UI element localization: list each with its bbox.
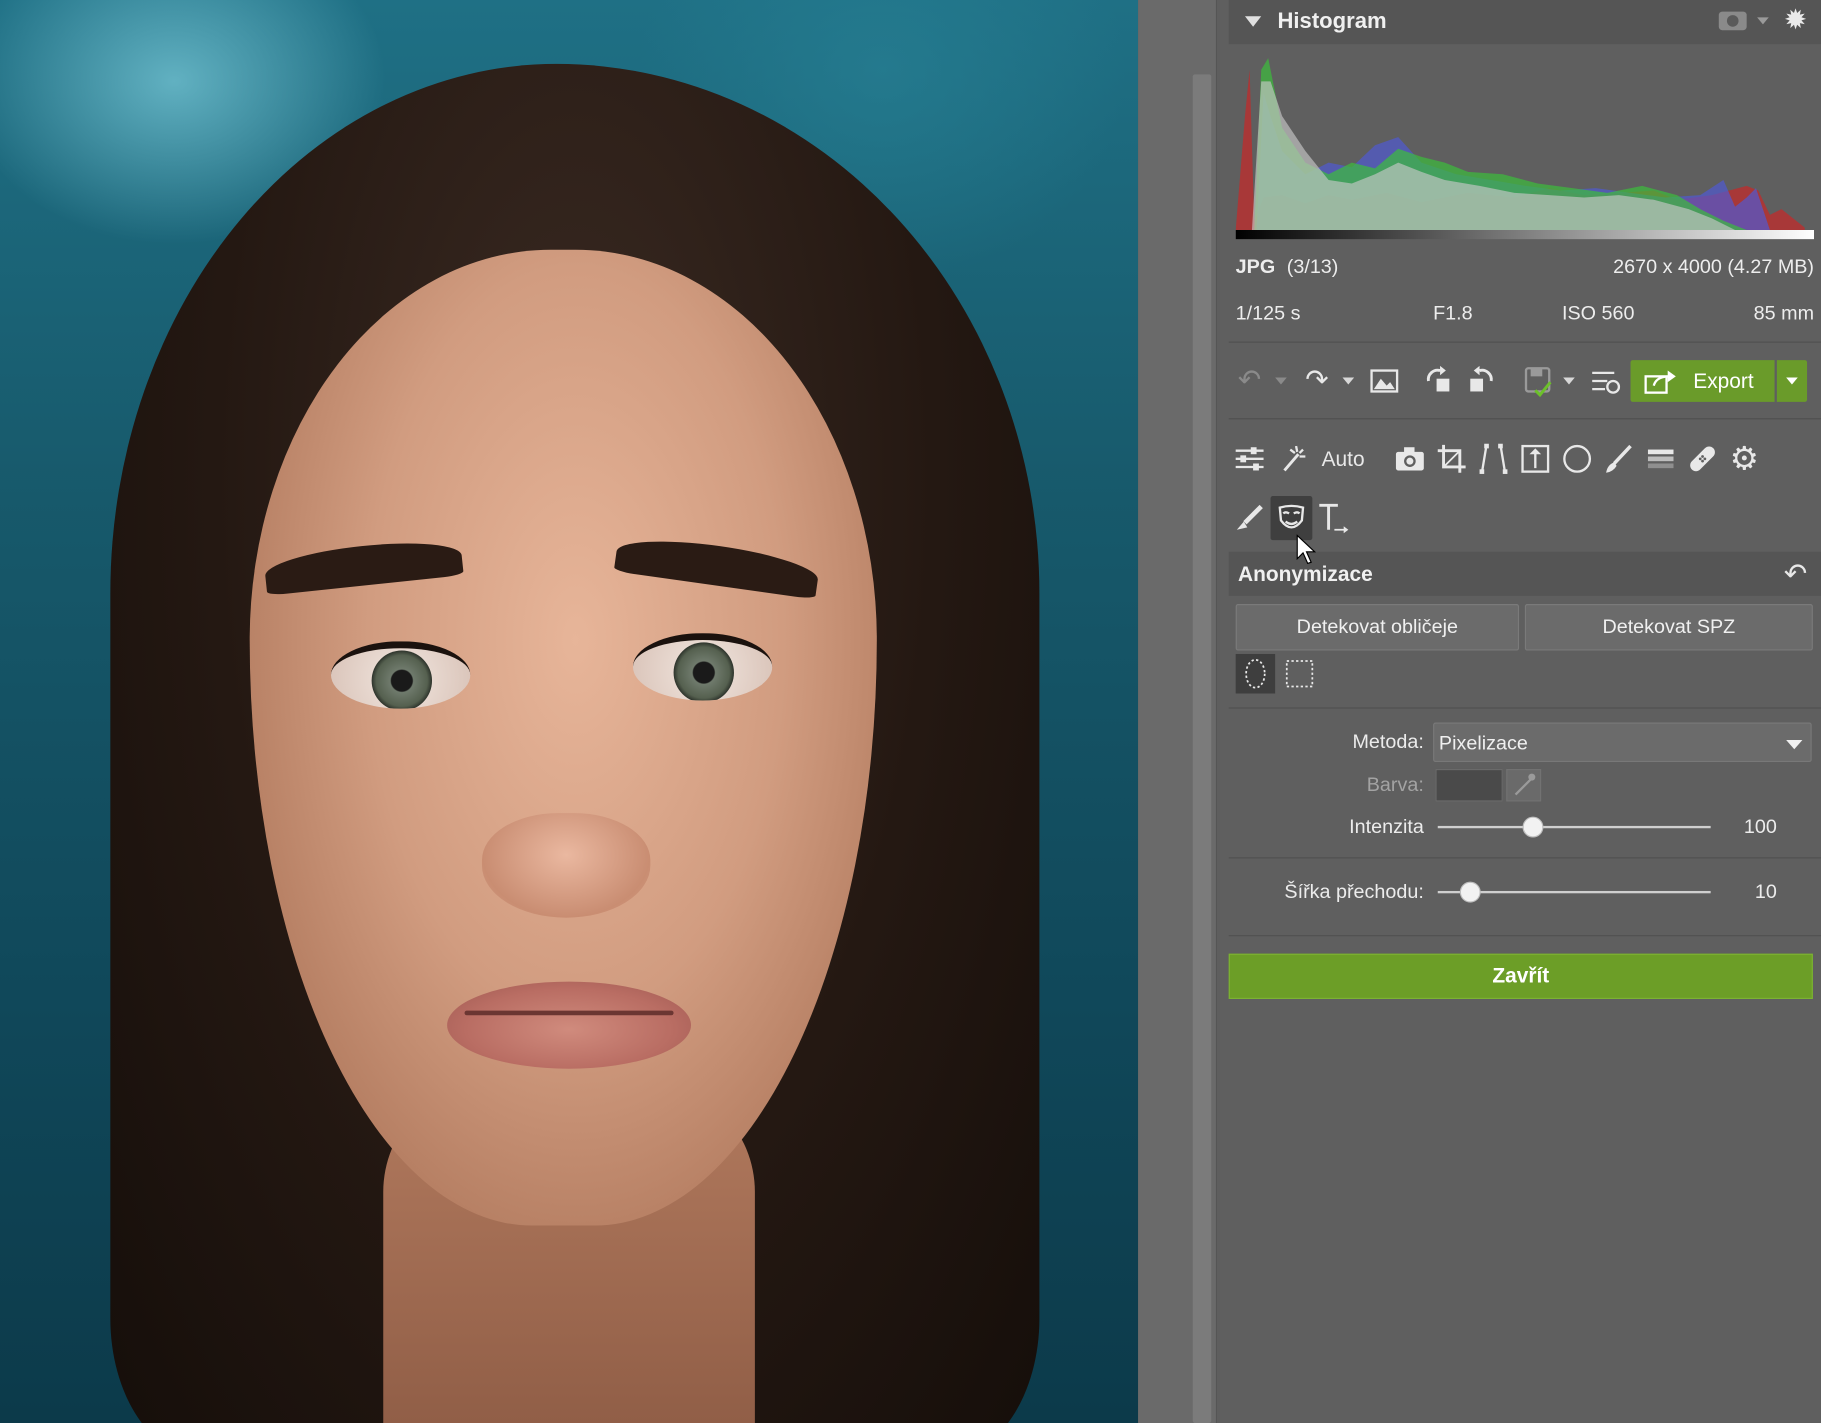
transition-width-slider-handle[interactable] (1460, 881, 1481, 903)
magic-wand-icon[interactable] (1275, 440, 1312, 477)
export-label: Export (1693, 369, 1754, 393)
ellipse-shape-button[interactable] (1235, 653, 1276, 694)
eyedropper-button (1506, 768, 1542, 802)
save-icon[interactable] (1519, 362, 1556, 399)
chevron-down-icon (1786, 377, 1798, 385)
detect-faces-button[interactable]: Detekovat obličeje (1235, 604, 1520, 651)
close-button[interactable]: Zavřít (1228, 953, 1813, 1000)
gradient-filter-icon[interactable] (1642, 440, 1679, 477)
mouse-cursor-icon (1296, 534, 1317, 565)
rectangle-shape-button[interactable] (1280, 654, 1319, 693)
exif-focal: 85 mm (1753, 302, 1815, 325)
mask-icon[interactable] (1273, 500, 1310, 537)
eraser-icon[interactable] (1231, 500, 1268, 537)
intensity-label: Intenzita (1349, 815, 1424, 838)
method-select[interactable]: Pixelizace (1433, 722, 1812, 763)
bandage-icon[interactable] (1684, 440, 1721, 477)
divider (1228, 857, 1821, 859)
save-dropdown-icon[interactable] (1563, 377, 1575, 385)
histogram-header[interactable]: Histogram ✹ (1228, 0, 1821, 45)
gear-icon[interactable]: ✹ (1784, 6, 1812, 35)
undo-dropdown-icon[interactable] (1275, 377, 1287, 385)
divider (1228, 707, 1821, 709)
scrollbar[interactable] (1192, 74, 1212, 1423)
photo-right-eye (632, 633, 773, 701)
exif-aperture: F1.8 (1433, 302, 1473, 325)
reset-icon[interactable]: ↶ (1784, 558, 1807, 592)
photo-lips (447, 981, 692, 1069)
divider (1228, 341, 1821, 343)
exif-iso: ISO 560 (1562, 302, 1635, 325)
crop-icon[interactable] (1433, 440, 1470, 477)
rotate-right-icon[interactable] (1461, 362, 1498, 399)
divider (1228, 418, 1821, 420)
exif-shutter: 1/125 s (1235, 302, 1301, 325)
histogram-graph (1235, 58, 1815, 240)
collapse-triangle-icon[interactable] (1244, 16, 1262, 27)
transition-width-label: Šířka přechodu: (1284, 880, 1424, 903)
photo-left-eye (330, 641, 471, 709)
intensity-value: 100 (1743, 815, 1777, 838)
rotate-left-icon[interactable] (1421, 362, 1458, 399)
color-label: Barva: (1366, 773, 1424, 796)
share-icon (1644, 370, 1676, 394)
circle-filter-icon[interactable] (1559, 440, 1596, 477)
detect-plates-button[interactable]: Detekovat SPZ (1524, 604, 1813, 651)
image-icon[interactable] (1366, 362, 1403, 399)
method-label: Metoda: (1352, 730, 1424, 753)
histogram-title: Histogram (1277, 9, 1387, 34)
gear-icon[interactable]: ⚙ (1726, 440, 1763, 477)
file-index: (3/13) (1286, 255, 1339, 278)
batch-settings-icon[interactable] (1586, 362, 1623, 399)
rectangle-icon (1285, 660, 1314, 688)
adjustments-icon[interactable] (1231, 440, 1268, 477)
anonymization-header: Anonymizace ↶ (1228, 551, 1821, 596)
text-icon[interactable] (1315, 500, 1352, 537)
photo-nose (481, 813, 651, 918)
chevron-down-icon[interactable] (1757, 17, 1769, 25)
resize-icon[interactable] (1517, 440, 1554, 477)
photo-lip-line (464, 1010, 674, 1016)
right-panel: Histogram ✹ JPG (3/13) 2670 x 4000 (4.27… (1219, 0, 1821, 1423)
camera-mode-icon[interactable] (1718, 11, 1747, 31)
brush-icon[interactable] (1600, 440, 1637, 477)
ellipse-icon (1245, 658, 1266, 689)
redo-icon[interactable]: ↷ (1298, 362, 1335, 399)
intensity-slider-handle[interactable] (1522, 816, 1544, 838)
divider (1228, 935, 1821, 937)
export-button[interactable]: Export (1630, 360, 1775, 402)
eyedropper-icon (1514, 773, 1536, 796)
intensity-slider[interactable] (1437, 825, 1711, 829)
undo-icon[interactable]: ↶ (1231, 362, 1268, 399)
camera-icon[interactable] (1391, 440, 1428, 477)
transition-width-value: 10 (1754, 880, 1777, 903)
chevron-down-icon (1786, 739, 1803, 750)
redo-dropdown-icon[interactable] (1342, 377, 1355, 385)
export-dropdown-button[interactable] (1776, 360, 1808, 402)
perspective-icon[interactable] (1475, 440, 1512, 477)
color-swatch (1435, 768, 1503, 802)
photo-canvas[interactable] (0, 0, 1139, 1423)
auto-button[interactable]: Auto (1322, 447, 1365, 471)
method-value: Pixelizace (1438, 731, 1528, 754)
file-format: JPG (1235, 255, 1276, 278)
file-dimensions: 2670 x 4000 (4.27 MB) (1613, 255, 1815, 278)
